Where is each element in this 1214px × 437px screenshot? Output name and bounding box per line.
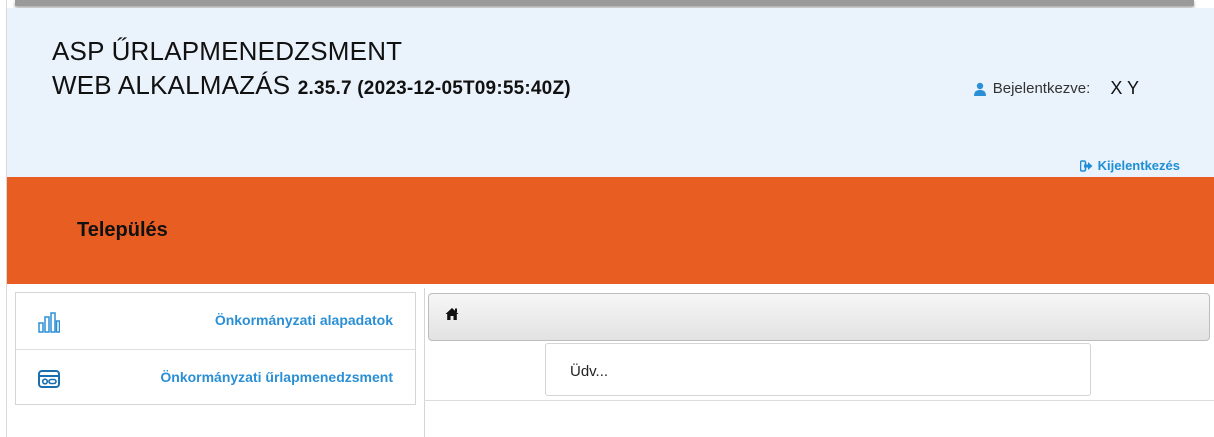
logged-in-label: Bejelentkezve: (992, 80, 1091, 97)
settlement-banner: Település (7, 177, 1214, 284)
app-title-line2: WEB ALKALMAZÁS 2.35.7 (2023-12-05T09:55:… (52, 68, 571, 106)
sidebar-item-label: Önkormányzati űrlapmenedzsment (160, 369, 393, 385)
window-left-edge (0, 0, 7, 437)
app-title-line2-text: WEB ALKALMAZÁS (52, 70, 291, 100)
app-version: 2.35.7 (2023-12-05T09:55:40Z) (297, 78, 571, 99)
content-bottom-border (424, 400, 1214, 401)
welcome-panel: Üdv... (545, 343, 1091, 396)
user-name: X Y (1110, 78, 1139, 98)
app-title: ASP ŰRLAPMENEDZSMENT WEB ALKALMAZÁS 2.35… (52, 34, 571, 106)
app-header: ASP ŰRLAPMENEDZSMENT WEB ALKALMAZÁS 2.35… (7, 8, 1214, 178)
settlement-label: Település (77, 219, 168, 241)
sidebar-item-urlapmenedzsment[interactable]: Önkormányzati űrlapmenedzsment (16, 350, 415, 406)
id-card-icon (38, 370, 60, 388)
bar-chart-icon (38, 312, 60, 333)
top-frame-edge (15, 0, 1194, 6)
user-icon (973, 82, 986, 96)
breadcrumb (428, 293, 1210, 341)
sidebar-item-alapadatok[interactable]: Önkormányzati alapadatok (16, 293, 415, 350)
sign-out-icon (1079, 159, 1093, 172)
content-divider (424, 288, 425, 437)
logout-label: Kijelentkezés (1097, 158, 1180, 173)
welcome-text: Üdv... (570, 363, 609, 380)
user-info: Bejelentkezve: X Y (973, 78, 1139, 99)
sidebar-menu: Önkormányzati alapadatok Önkormányzati ű… (15, 292, 416, 405)
sidebar-item-label: Önkormányzati alapadatok (214, 312, 393, 328)
home-icon[interactable] (445, 307, 459, 321)
app-title-line1: ASP ŰRLAPMENEDZSMENT (52, 36, 403, 66)
logout-link[interactable]: Kijelentkezés (1079, 158, 1180, 173)
